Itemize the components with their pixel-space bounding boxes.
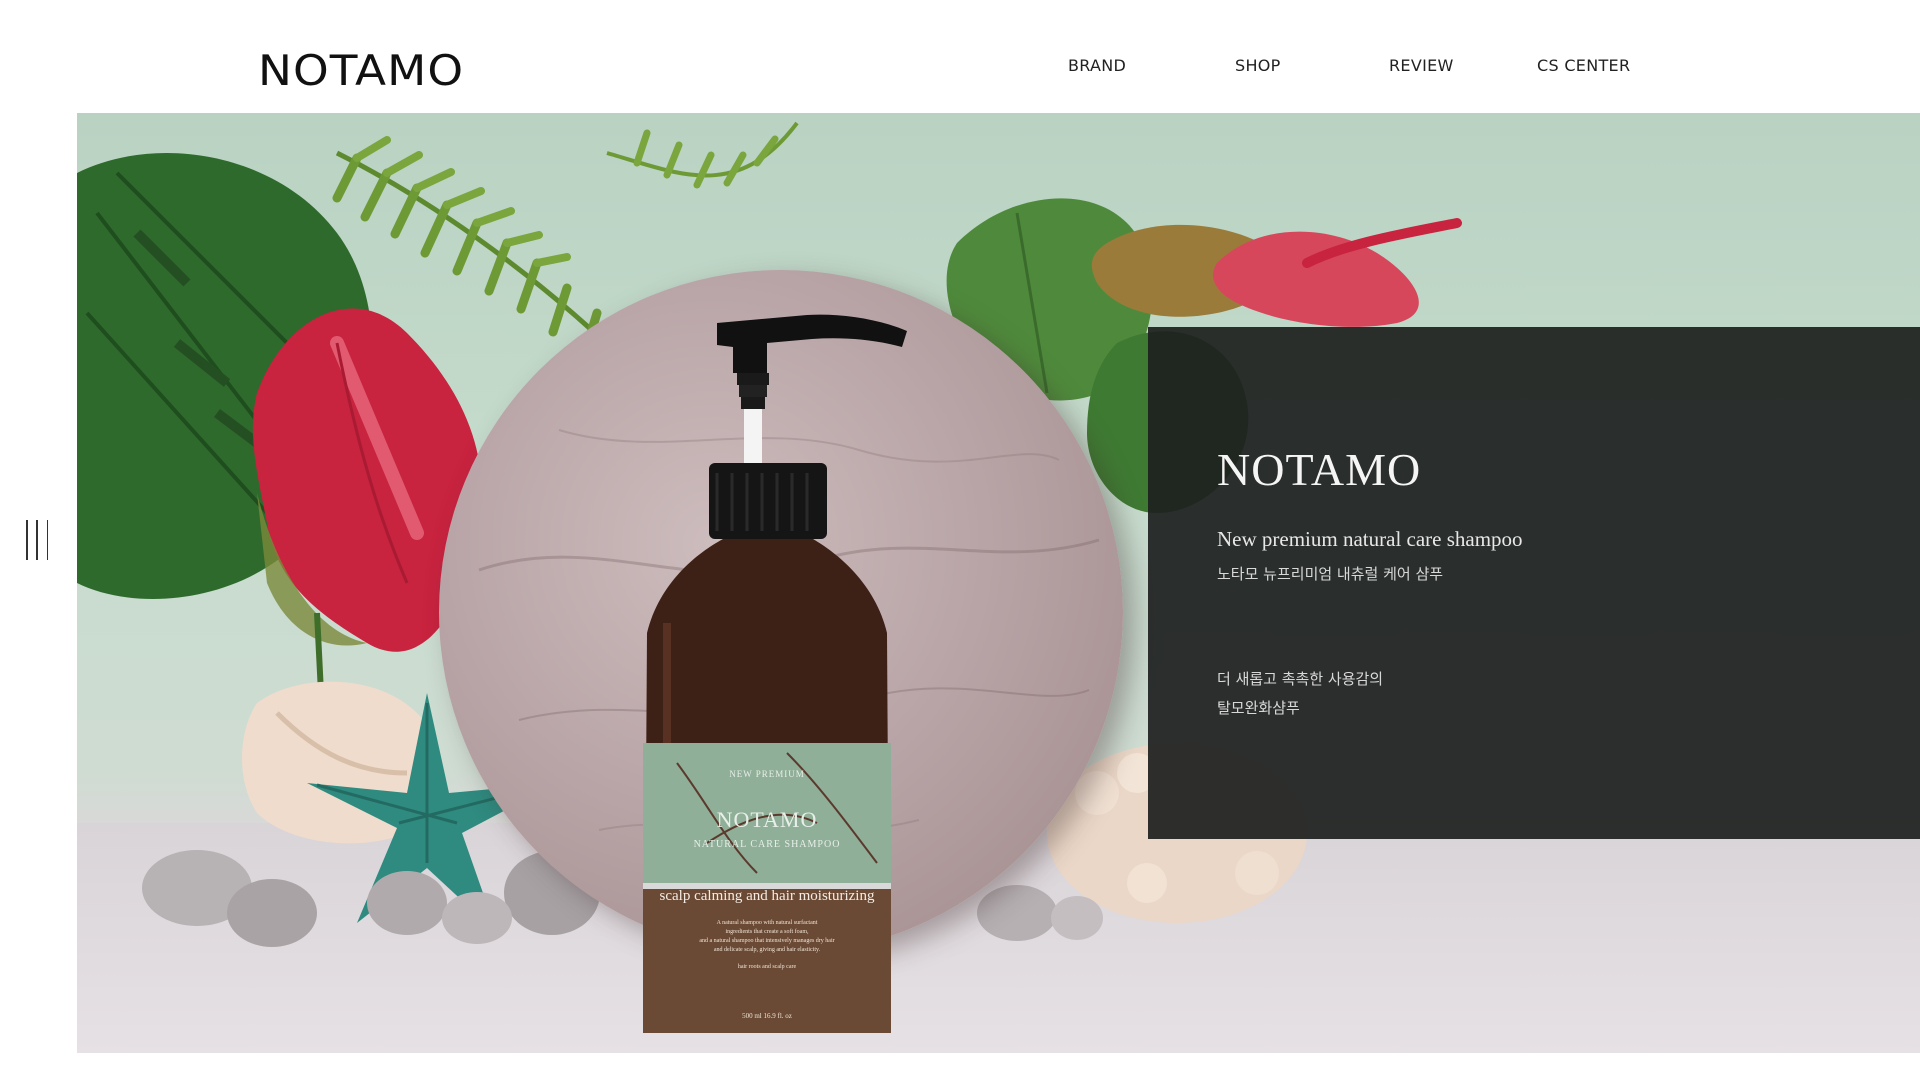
hero-description-line: 더 새롭고 촉촉한 사용감의 [1217, 670, 1384, 688]
label-body-line: and a natural shampoo that intensively m… [699, 938, 835, 944]
menu-bar [36, 520, 38, 560]
label-body-line: ingredients that create a soft foam, [725, 929, 809, 935]
label-tag: NEW PREMIUM [729, 769, 805, 779]
label-brand: NOTAMO [716, 807, 818, 832]
menu-bar [26, 520, 28, 560]
shampoo-bottle: NEW PREMIUM NOTAMO NATURAL CARE SHAMPOO … [637, 303, 937, 1043]
nav-review[interactable]: REVIEW [1389, 56, 1454, 75]
hero-korean-subtitle: 노타모 뉴프리미엄 내츄럴 케어 샴푸 [1217, 565, 1444, 583]
page: NOTAMO BRAND SHOP REVIEW CS CENTER NEW P… [0, 0, 1920, 1080]
hero-description-line: 탈모완화샴푸 [1217, 699, 1300, 717]
label-body: A natural shampoo with natural surfactan… [643, 919, 891, 972]
hero-description: 더 새롭고 촉촉한 사용감의 탈모완화샴푸 [1217, 665, 1383, 723]
menu-bars-icon[interactable] [26, 520, 48, 560]
pumice-rocks-left [142, 850, 600, 947]
nav-cs-center[interactable]: CS CENTER [1537, 56, 1630, 75]
label-body-line: and delicate scalp, giving and hair elas… [713, 947, 821, 953]
bottle-label: NEW PREMIUM NOTAMO NATURAL CARE SHAMPOO … [643, 763, 891, 1020]
label-claim: scalp calming and hair moisturizing [659, 888, 875, 904]
brand-logo[interactable]: NOTAMO [258, 46, 464, 95]
label-body-line: hair roots and scalp care [737, 964, 797, 970]
menu-bar [46, 520, 48, 560]
label-body-line: A natural shampoo with natural surfactan… [716, 920, 818, 926]
label-volume: 500 ml 16.9 fl. oz [742, 1012, 792, 1020]
hero-info-panel: NOTAMO New premium natural care shampoo … [1148, 327, 1920, 839]
nav-shop[interactable]: SHOP [1235, 56, 1281, 75]
hero-banner: NEW PREMIUM NOTAMO NATURAL CARE SHAMPOO … [77, 113, 1920, 1053]
hero-title: NOTAMO [1217, 444, 1422, 495]
nav-brand[interactable]: BRAND [1068, 56, 1126, 75]
hero-subtitle: New premium natural care shampoo [1217, 527, 1523, 551]
label-product-name: NATURAL CARE SHAMPOO [693, 839, 841, 850]
anthurium-flower-right [1091, 218, 1462, 327]
